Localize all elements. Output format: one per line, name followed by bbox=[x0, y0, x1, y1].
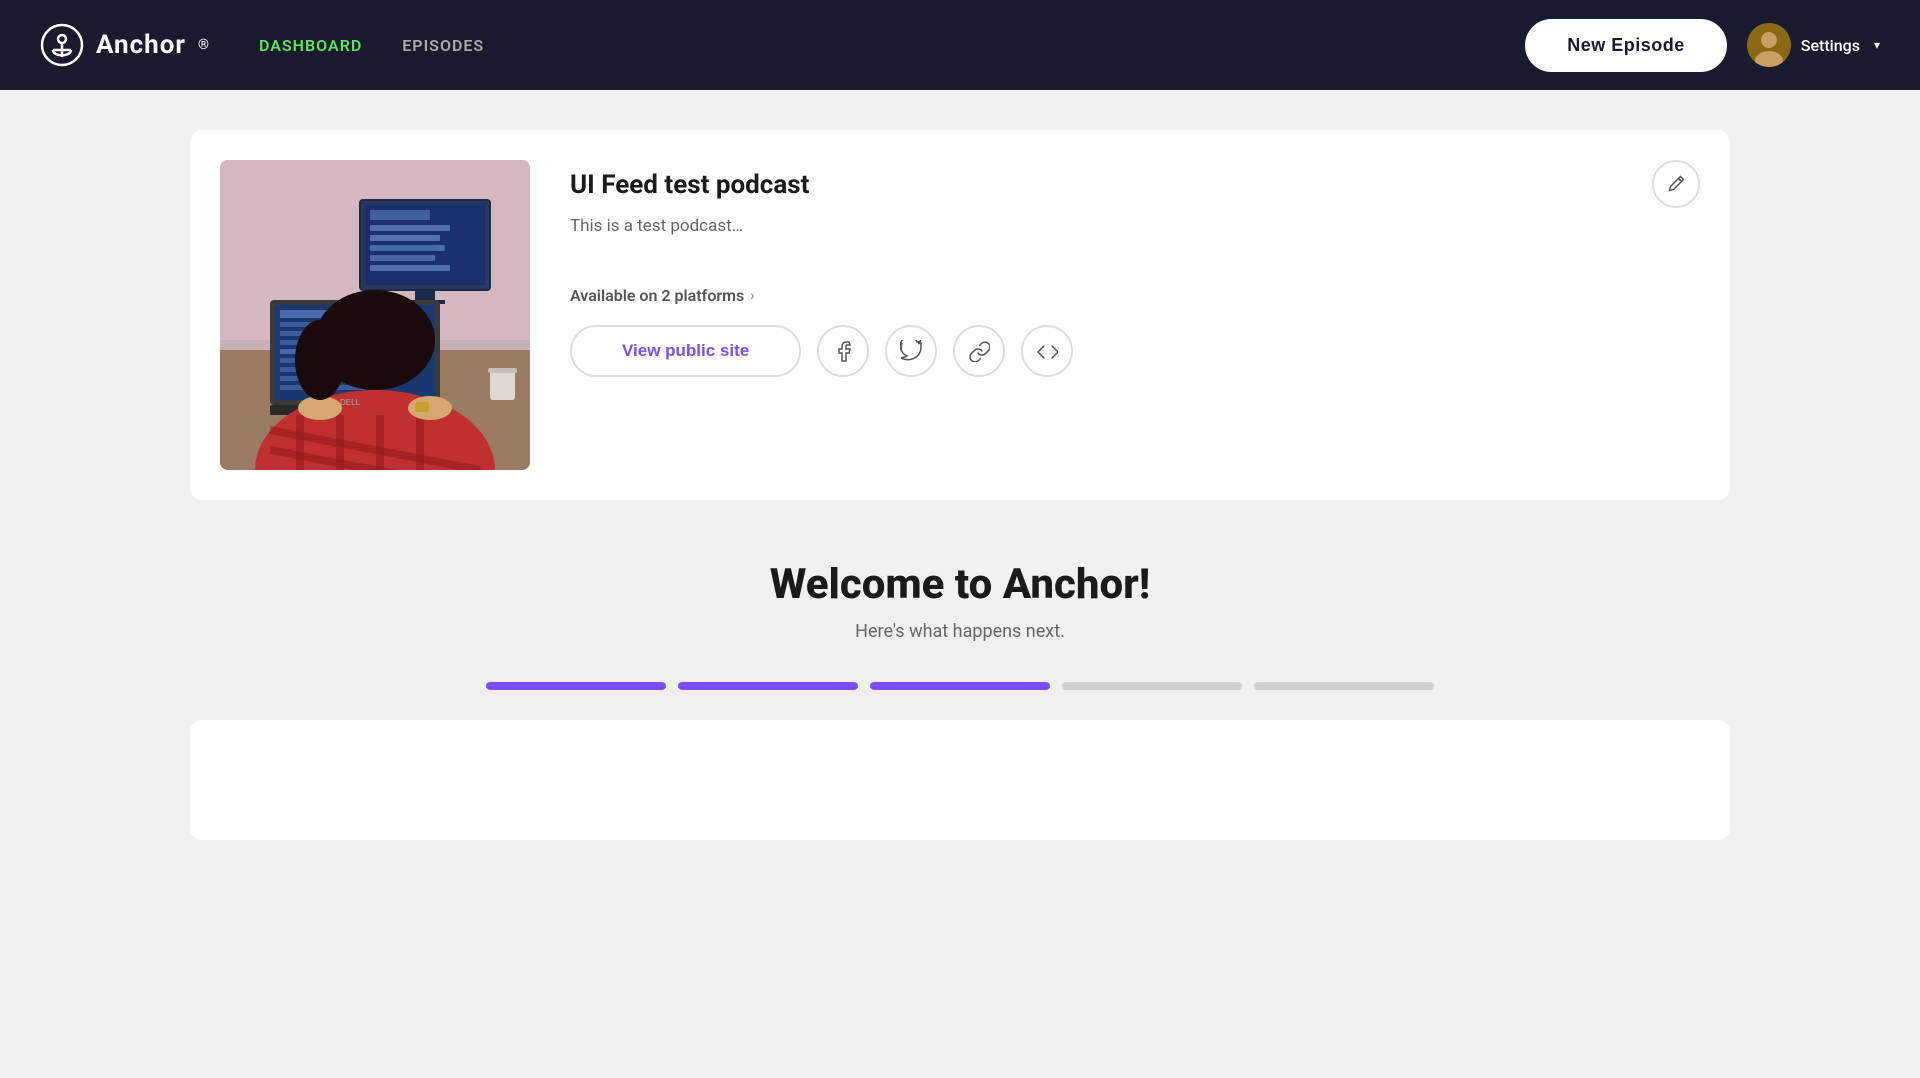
avatar-image bbox=[1747, 23, 1791, 67]
navbar: Anchor ® DASHBOARD EPISODES New Episode … bbox=[0, 0, 1920, 90]
twitter-share-button[interactable] bbox=[885, 325, 937, 377]
welcome-subtitle: Here's what happens next. bbox=[190, 621, 1730, 642]
main-content: DELL UI Feed test podcast This is a test… bbox=[0, 90, 1920, 880]
step-bar-5[interactable] bbox=[1254, 682, 1434, 690]
podcast-info: UI Feed test podcast This is a test podc… bbox=[570, 160, 1700, 470]
podcast-card: DELL UI Feed test podcast This is a test… bbox=[190, 130, 1730, 500]
platforms-arrow-icon: › bbox=[750, 288, 754, 304]
svg-text:DELL: DELL bbox=[340, 398, 361, 407]
navbar-left: Anchor ® DASHBOARD EPISODES bbox=[40, 23, 484, 67]
chevron-down-icon: ▾ bbox=[1874, 38, 1880, 52]
podcast-description: This is a test podcast… bbox=[570, 216, 1700, 236]
platforms-available[interactable]: Available on 2 platforms › bbox=[570, 286, 1700, 305]
nav-episodes[interactable]: EPISODES bbox=[402, 36, 484, 55]
facebook-share-button[interactable] bbox=[817, 325, 869, 377]
settings-area[interactable]: Settings ▾ bbox=[1747, 23, 1880, 67]
pencil-icon bbox=[1666, 174, 1686, 194]
step-bar-2[interactable] bbox=[678, 682, 858, 690]
step-bar-1[interactable] bbox=[486, 682, 666, 690]
settings-label: Settings bbox=[1801, 36, 1860, 55]
new-episode-button[interactable]: New Episode bbox=[1525, 19, 1727, 72]
logo-area[interactable]: Anchor ® bbox=[40, 23, 209, 67]
registered-mark: ® bbox=[198, 37, 209, 53]
twitter-icon bbox=[900, 340, 922, 362]
view-public-site-button[interactable]: View public site bbox=[570, 325, 801, 377]
welcome-section: Welcome to Anchor! Here's what happens n… bbox=[190, 560, 1730, 642]
nav-links: DASHBOARD EPISODES bbox=[259, 36, 484, 55]
step-bar-3[interactable] bbox=[870, 682, 1050, 690]
copy-link-button[interactable] bbox=[953, 325, 1005, 377]
podcast-actions: View public site bbox=[570, 325, 1700, 377]
avatar bbox=[1747, 23, 1791, 67]
app-name: Anchor bbox=[96, 30, 186, 60]
podcast-image: DELL bbox=[220, 160, 530, 470]
embed-icon bbox=[1036, 340, 1058, 362]
edit-button[interactable] bbox=[1652, 160, 1700, 208]
progress-steps bbox=[190, 682, 1730, 690]
nav-dashboard[interactable]: DASHBOARD bbox=[259, 36, 362, 55]
podcast-title: UI Feed test podcast bbox=[570, 170, 1700, 200]
welcome-title: Welcome to Anchor! bbox=[190, 560, 1730, 609]
facebook-icon bbox=[832, 340, 854, 362]
welcome-card bbox=[190, 720, 1730, 840]
embed-code-button[interactable] bbox=[1021, 325, 1073, 377]
link-icon bbox=[968, 340, 990, 362]
navbar-right: New Episode Settings ▾ bbox=[1525, 19, 1880, 72]
step-bar-4[interactable] bbox=[1062, 682, 1242, 690]
anchor-logo-icon bbox=[40, 23, 84, 67]
